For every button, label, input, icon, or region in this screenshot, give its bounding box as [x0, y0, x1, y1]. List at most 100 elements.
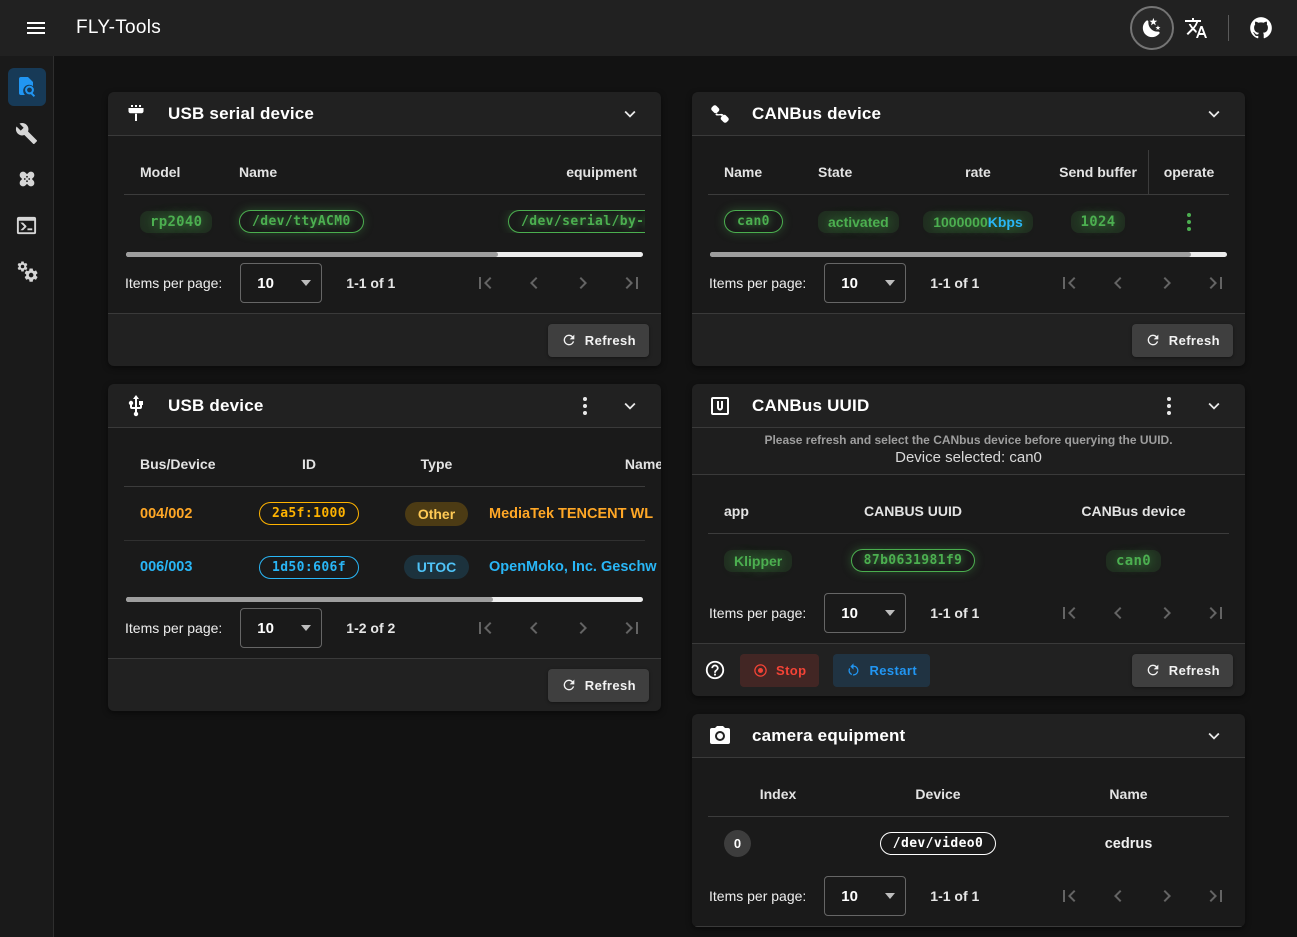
refresh-button[interactable]: Refresh — [548, 324, 649, 357]
pagination: Items per page: 10 1-1 of 1 — [692, 257, 1245, 314]
last-page-icon[interactable] — [620, 271, 644, 295]
first-page-icon[interactable] — [1057, 601, 1081, 625]
sidebar-item-device-query[interactable] — [8, 68, 46, 106]
table-row: rp2040 /dev/ttyACM0 /dev/serial/by-id/us… — [124, 195, 645, 248]
card-actions: Stop Restart Refresh — [692, 644, 1245, 696]
items-per-page-select[interactable]: 10 — [824, 593, 906, 633]
id-chip: 1d50:606f — [259, 556, 359, 579]
record-circle-icon — [753, 663, 768, 678]
table-row: can0 activated 1000000Kbps 1024 — [708, 195, 1229, 248]
next-page-icon[interactable] — [571, 616, 595, 640]
menu-down-icon — [301, 280, 311, 286]
refresh-icon — [561, 677, 577, 693]
canbus-uuid-table: app CANBUS UUID CANBus device Klipper 87… — [692, 475, 1245, 644]
collapse-chevron-icon[interactable] — [1199, 721, 1229, 751]
items-per-page-select[interactable]: 10 — [824, 876, 906, 916]
right-column: CANBus device Name State rate Send buffe… — [692, 92, 1245, 937]
restart-icon — [846, 663, 861, 678]
file-search-icon — [15, 75, 39, 99]
card-menu-icon[interactable] — [575, 389, 595, 423]
sidebar-item-console[interactable] — [8, 206, 46, 244]
next-page-icon[interactable] — [1155, 271, 1179, 295]
card-actions: Refresh — [108, 659, 661, 711]
next-page-icon[interactable] — [1155, 884, 1179, 908]
last-page-icon[interactable] — [1204, 884, 1228, 908]
col-send-buffer: Send buffer — [1059, 156, 1137, 188]
items-per-page-select[interactable]: 10 — [240, 263, 322, 303]
canbus-device-card: CANBus device Name State rate Send buffe… — [692, 92, 1245, 366]
first-page-icon[interactable] — [473, 271, 497, 295]
video-device-chip: /dev/video0 — [880, 832, 997, 855]
collapse-chevron-icon[interactable] — [615, 99, 645, 129]
pagination: Items per page: 10 1-1 of 1 — [692, 870, 1245, 927]
usb-serial-card: USB serial device Model Name equipment r… — [108, 92, 661, 366]
id-chip: 2a5f:1000 — [259, 502, 359, 525]
prev-page-icon[interactable] — [1106, 601, 1130, 625]
device-selected-text: Device selected: can0 — [702, 449, 1235, 466]
translate-button[interactable] — [1174, 6, 1218, 50]
items-per-page-value: 10 — [257, 620, 291, 637]
col-type: Type — [384, 442, 489, 486]
github-icon — [1248, 15, 1274, 41]
pagination: Items per page: 10 1-1 of 1 — [108, 257, 661, 314]
items-per-page-value: 10 — [257, 275, 291, 292]
rate-unit: Kbps — [988, 214, 1023, 230]
help-icon[interactable] — [704, 659, 726, 681]
collapse-chevron-icon[interactable] — [615, 391, 645, 421]
prev-page-icon[interactable] — [522, 271, 546, 295]
collapse-chevron-icon[interactable] — [1199, 99, 1229, 129]
prev-page-icon[interactable] — [1106, 271, 1130, 295]
first-page-icon[interactable] — [473, 616, 497, 640]
collapse-chevron-icon[interactable] — [1199, 391, 1229, 421]
restart-button[interactable]: Restart — [833, 654, 930, 687]
sidebar-item-settings[interactable] — [8, 252, 46, 290]
stop-button[interactable]: Stop — [740, 654, 819, 687]
first-page-icon[interactable] — [1057, 271, 1081, 295]
col-id: ID — [234, 442, 384, 486]
model-value: rp2040 — [140, 211, 212, 233]
menu-icon[interactable] — [14, 6, 58, 50]
moon-stars-icon — [1141, 17, 1163, 39]
refresh-button[interactable]: Refresh — [1132, 654, 1233, 687]
wrench-icon — [15, 122, 38, 145]
usb-device-table: Bus/Device ID Type Name 004/002 2a5f:100… — [108, 428, 661, 659]
menu-down-icon — [885, 893, 895, 899]
last-page-icon[interactable] — [1204, 271, 1228, 295]
items-per-page-select[interactable]: 10 — [824, 263, 906, 303]
sidebar-item-tools[interactable] — [8, 114, 46, 152]
menu-down-icon — [885, 280, 895, 286]
table-row: 006/003 1d50:606f UTOC OpenMoko, Inc. Ge… — [124, 540, 645, 593]
next-page-icon[interactable] — [571, 271, 595, 295]
app-value: Klipper — [724, 550, 792, 572]
items-per-page-select[interactable]: 10 — [240, 608, 322, 648]
refresh-button[interactable]: Refresh — [548, 669, 649, 702]
col-bus-device: Bus/Device — [124, 442, 234, 486]
col-name: Name — [239, 150, 449, 194]
page-range: 1-1 of 1 — [930, 888, 979, 904]
card-title: USB serial device — [168, 104, 314, 124]
col-name: Name — [708, 150, 818, 194]
card-menu-icon[interactable] — [1159, 389, 1179, 423]
prev-page-icon[interactable] — [1106, 884, 1130, 908]
uuid-notice-text: Please refresh and select the CANbus dev… — [702, 433, 1235, 447]
card-actions: Refresh — [692, 314, 1245, 366]
last-page-icon[interactable] — [620, 616, 644, 640]
col-name: Name — [1028, 772, 1229, 816]
theme-toggle-button[interactable] — [1130, 6, 1174, 50]
github-button[interactable] — [1239, 6, 1283, 50]
card-actions: Refresh — [108, 314, 661, 366]
row-operate-menu-icon[interactable] — [1179, 205, 1199, 239]
col-state: State — [818, 150, 908, 194]
pagination: Items per page: 10 1-1 of 1 — [692, 587, 1245, 644]
last-page-icon[interactable] — [1204, 601, 1228, 625]
next-page-icon[interactable] — [1155, 601, 1179, 625]
prev-page-icon[interactable] — [522, 616, 546, 640]
camera-icon — [708, 724, 732, 748]
sidebar-item-patch[interactable] — [8, 160, 46, 198]
items-per-page-label: Items per page: — [125, 275, 222, 291]
first-page-icon[interactable] — [1057, 884, 1081, 908]
col-device: Device — [848, 772, 1028, 816]
serial-port-icon — [124, 102, 148, 126]
rate-value: 1000000 — [933, 214, 988, 230]
refresh-button[interactable]: Refresh — [1132, 324, 1233, 357]
